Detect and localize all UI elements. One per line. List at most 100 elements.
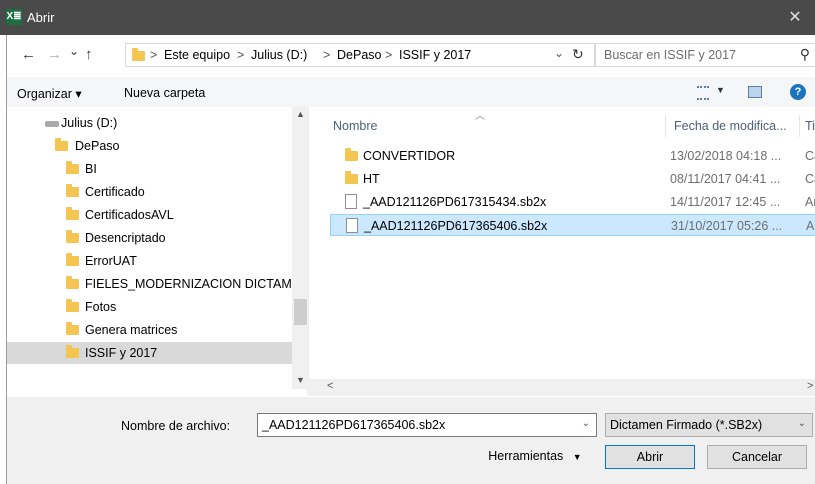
filename-value: _AAD121126PD617365406.sb2x [262,418,446,432]
sidebar-item-label: ISSIF y 2017 [85,346,158,360]
new-folder-button[interactable]: Nueva carpeta [124,86,205,100]
breadcrumb-depaso[interactable]: DePaso [337,48,381,62]
file-list: Nombre ︿ Fecha de modifica... Ti CONVERT… [325,107,815,389]
dialog-body: ← → ⌄ ↑ > Este equipo > Julius (D:) > De… [6,35,815,484]
file-type-filter[interactable]: Dictamen Firmado (*.SB2x) ⌄ [605,413,813,437]
sidebar-item-desencriptado[interactable]: Desencriptado [7,227,307,249]
folder-icon [66,230,79,243]
file-type: Ar [805,195,815,209]
drive-icon [45,121,59,127]
sidebar-item-label: Certificado [85,185,145,199]
file-name: _AAD121126PD617365406.sb2x [364,219,548,233]
folder-icon [66,345,79,358]
chevron-down-icon[interactable]: ⌄ [798,418,806,429]
address-bar[interactable]: > Este equipo > Julius (D:) > DePaso > I… [125,43,595,67]
refresh-icon[interactable]: ↻ [572,46,584,63]
sidebar-item-julius[interactable]: Julius (D:) [7,112,307,134]
sidebar-item-label: CertificadosAVL [85,208,174,222]
sidebar-item-label: ErrorUAT [85,254,137,268]
folder-icon [66,299,79,312]
preview-pane-icon[interactable] [748,86,762,98]
filter-value: Dictamen Firmado (*.SB2x) [610,418,763,432]
sidebar-item-certificadosavl[interactable]: CertificadosAVL [7,204,307,226]
sidebar-item-bi[interactable]: BI [7,158,307,180]
organize-button[interactable]: Organizar ▾ [17,86,82,101]
sidebar-item-label: Fotos [85,300,117,314]
breadcrumb-este-equipo[interactable]: Este equipo [164,48,230,62]
file-row[interactable]: CONVERTIDOR 13/02/2018 04:18 ... Ca [330,145,815,167]
sidebar-item-fotos[interactable]: Fotos [7,296,307,318]
title-bar: X≣ Abrir ✕ [0,0,815,35]
file-type: Ca [805,172,815,186]
search-placeholder: Buscar en ISSIF y 2017 [604,48,737,62]
sidebar-scrollbar[interactable]: ▲ ▼ [292,107,309,389]
column-separator[interactable] [665,115,666,137]
breadcrumb-julius[interactable]: Julius (D:) [251,48,307,62]
open-button[interactable]: Abrir [605,445,695,469]
sidebar-item-depaso[interactable]: DePaso [7,135,307,157]
sidebar-item-label: Genera matrices [85,323,178,337]
address-dropdown-icon[interactable]: ⌄ [554,46,564,60]
breadcrumb-sep: > [385,48,393,62]
breadcrumb-sep: > [150,48,158,62]
folder-icon [66,207,79,220]
view-options-icon[interactable] [697,86,709,100]
sidebar-item-issif[interactable]: ISSIF y 2017 [7,342,307,364]
filename-label: Nombre de archivo: [121,419,231,433]
scroll-up-icon[interactable]: ▲ [296,109,305,119]
file-date: 13/02/2018 04:18 ... [670,149,782,163]
tools-button[interactable]: Herramientas ▼ [475,445,595,469]
back-button[interactable]: ← [21,46,36,63]
chevron-down-icon[interactable]: ⌄ [582,418,590,429]
search-icon[interactable]: ⚲ [800,46,810,63]
file-date: 08/11/2017 04:41 ... [670,172,781,186]
sidebar-item-fieles[interactable]: FIELES_MODERNIZACION DICTAMEN [7,273,307,295]
file-date: 14/11/2017 12:45 ... [670,195,781,209]
horizontal-scrollbar[interactable]: < > [307,379,815,396]
folder-icon [66,184,79,197]
breadcrumb-issif[interactable]: ISSIF y 2017 [399,48,471,62]
column-separator[interactable] [799,115,800,137]
close-button[interactable]: ✕ [775,0,815,35]
sidebar-item-genera-matrices[interactable]: Genera matrices [7,319,307,341]
column-header-date[interactable]: Fecha de modifica... [674,119,787,133]
help-icon[interactable]: ? [790,84,806,100]
scroll-thumb[interactable] [341,382,671,393]
column-header-name[interactable]: Nombre [333,119,377,133]
folder-icon [66,322,79,335]
address-row: ← → ⌄ ↑ > Este equipo > Julius (D:) > De… [7,35,815,75]
scroll-thumb[interactable] [294,299,307,325]
toolbar: Organizar ▾ Nueva carpeta ▼ ? [7,77,815,107]
column-header-type[interactable]: Ti [805,119,815,133]
excel-app-icon: X≣ [6,9,22,25]
scroll-right-icon[interactable]: > [807,380,813,392]
scroll-left-icon[interactable]: < [327,380,333,392]
view-dropdown-icon[interactable]: ▼ [716,85,725,95]
breadcrumb-sep: > [237,48,245,62]
forward-button[interactable]: → [47,46,62,63]
file-type: Ar [806,219,815,233]
file-row[interactable]: _AAD121126PD617315434.sb2x 14/11/2017 12… [330,191,815,213]
folder-icon [66,253,79,266]
sidebar-item-erroruat[interactable]: ErrorUAT [7,250,307,272]
sidebar-item-certificado[interactable]: Certificado [7,181,307,203]
folder-icon [55,138,68,151]
chevron-down-icon: ▼ [572,452,582,462]
filename-input[interactable]: _AAD121126PD617365406.sb2x ⌄ [257,413,597,437]
cancel-button[interactable]: Cancelar [707,445,807,469]
search-input[interactable]: Buscar en ISSIF y 2017 ⚲ [595,43,815,67]
up-button[interactable]: ↑ [85,46,93,63]
file-name: _AAD121126PD617315434.sb2x [363,195,547,209]
scroll-down-icon[interactable]: ▼ [296,375,305,385]
file-row[interactable]: HT 08/11/2017 04:41 ... Ca [330,168,815,190]
folder-icon [66,161,79,174]
recent-locations-button[interactable]: ⌄ [69,44,79,58]
bottom-panel: Nombre de archivo: _AAD121126PD617365406… [7,397,815,484]
navigation-pane: Julius (D:) DePaso BI Certificado Certif… [7,107,307,389]
file-row-selected[interactable]: _AAD121126PD617365406.sb2x 31/10/2017 05… [330,214,815,236]
sidebar-item-label: FIELES_MODERNIZACION DICTAMEN [85,277,307,291]
file-icon [345,194,357,209]
sidebar-item-label: DePaso [75,139,120,153]
file-name: HT [363,172,380,186]
file-date: 31/10/2017 05:26 ... [671,219,783,233]
